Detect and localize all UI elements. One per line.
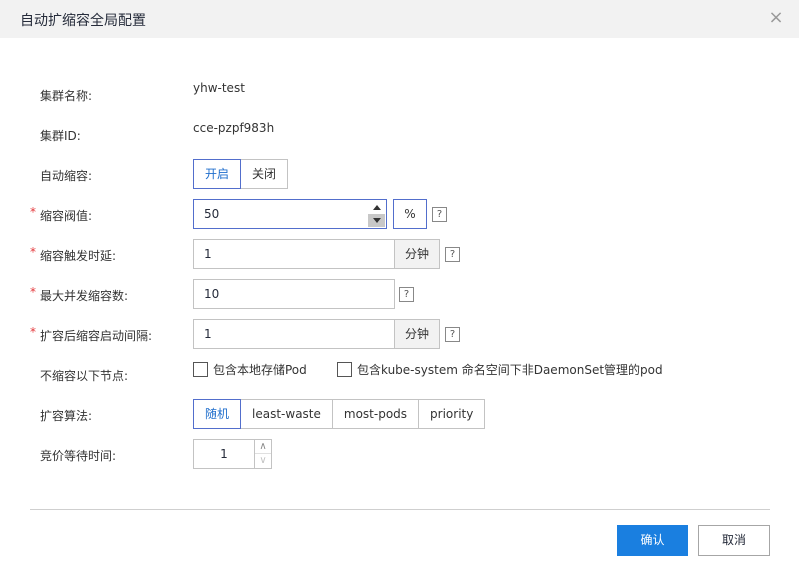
- scale-down-trigger-delay-label: 缩容触发时延:: [40, 249, 117, 263]
- confirm-button[interactable]: 确认: [617, 525, 688, 556]
- minute-unit: 分钟: [394, 319, 440, 349]
- checkbox-label: 包含kube-system 命名空间下非DaemonSet管理的pod: [357, 362, 663, 377]
- scale-down-threshold-value: 50: [204, 207, 220, 221]
- scale-down-interval-input[interactable]: 1: [193, 319, 395, 349]
- cluster-id-value: cce-pzpf983h: [193, 121, 275, 135]
- kube-system-pod-checkbox[interactable]: 包含kube-system 命名空间下非DaemonSet管理的pod: [337, 360, 663, 378]
- help-icon[interactable]: ?: [445, 247, 460, 262]
- checkbox-box[interactable]: [337, 361, 352, 377]
- cluster-id-label: 集群ID:: [40, 129, 81, 143]
- spin-up-button[interactable]: [368, 201, 385, 214]
- scale-down-trigger-delay-value: 1: [204, 247, 212, 261]
- required-mark: *: [30, 205, 36, 219]
- caret-up-icon: [373, 205, 381, 210]
- chevron-up-icon[interactable]: ∧: [255, 440, 271, 454]
- expander-random-button[interactable]: 随机: [193, 399, 242, 429]
- percent-unit: %: [393, 199, 427, 229]
- spin-down-button[interactable]: [368, 214, 385, 227]
- help-icon[interactable]: ?: [399, 287, 414, 302]
- spot-wait-time-label: 竞价等待时间:: [40, 449, 117, 463]
- expander-most-pods-button[interactable]: most-pods: [331, 399, 420, 429]
- close-icon[interactable]: ×: [767, 8, 785, 28]
- auto-scale-down-toggle: 开启 关闭: [193, 159, 289, 189]
- scale-down-threshold-input[interactable]: 50: [193, 199, 387, 229]
- expander-label: 扩容算法:: [40, 409, 93, 423]
- auto-scale-down-label: 自动缩容:: [40, 169, 93, 183]
- max-concurrent-scale-down-value: 10: [204, 287, 220, 301]
- dialog-title: 自动扩缩容全局配置: [20, 13, 146, 29]
- auto-scale-down-on-button[interactable]: 开启: [193, 159, 242, 189]
- expander-selector: 随机 least-waste most-pods priority: [193, 399, 486, 429]
- local-storage-pod-checkbox[interactable]: 包含本地存储Pod: [193, 360, 307, 378]
- spot-wait-time-input[interactable]: 1: [193, 439, 255, 469]
- auto-scale-down-off-button[interactable]: 关闭: [240, 159, 289, 189]
- expander-priority-button[interactable]: priority: [418, 399, 486, 429]
- scale-down-threshold-label: 缩容阀值:: [40, 209, 93, 223]
- scale-down-interval-label: 扩容后缩容启动间隔:: [40, 329, 153, 343]
- caret-down-icon: [373, 218, 381, 223]
- threshold-spinner: [368, 201, 385, 227]
- scale-down-trigger-delay-input[interactable]: 1: [193, 239, 395, 269]
- cancel-button[interactable]: 取消: [698, 525, 770, 556]
- required-mark: *: [30, 325, 36, 339]
- max-concurrent-scale-down-input[interactable]: 10: [193, 279, 395, 309]
- footer-divider: [30, 509, 770, 510]
- scale-down-interval-value: 1: [204, 327, 212, 341]
- checkbox-box[interactable]: [193, 361, 208, 377]
- stepper-arrows: ∧ ∨: [254, 439, 272, 469]
- cluster-name-label: 集群名称:: [40, 89, 93, 103]
- expander-least-waste-button[interactable]: least-waste: [240, 399, 333, 429]
- cluster-name-value: yhw-test: [193, 81, 245, 95]
- chevron-down-icon[interactable]: ∨: [255, 454, 271, 468]
- checkbox-label: 包含本地存储Pod: [213, 362, 307, 377]
- auto-scaling-dialog: 自动扩缩容全局配置 × 集群名称: yhw-test 集群ID: cce-pzp…: [0, 0, 799, 569]
- minute-unit: 分钟: [394, 239, 440, 269]
- required-mark: *: [30, 245, 36, 259]
- max-concurrent-scale-down-label: 最大并发缩容数:: [40, 289, 129, 303]
- dialog-header: 自动扩缩容全局配置 ×: [0, 0, 799, 38]
- help-icon[interactable]: ?: [445, 327, 460, 342]
- no-scale-down-nodes-label: 不缩容以下节点:: [40, 369, 129, 383]
- help-icon[interactable]: ?: [432, 207, 447, 222]
- required-mark: *: [30, 285, 36, 299]
